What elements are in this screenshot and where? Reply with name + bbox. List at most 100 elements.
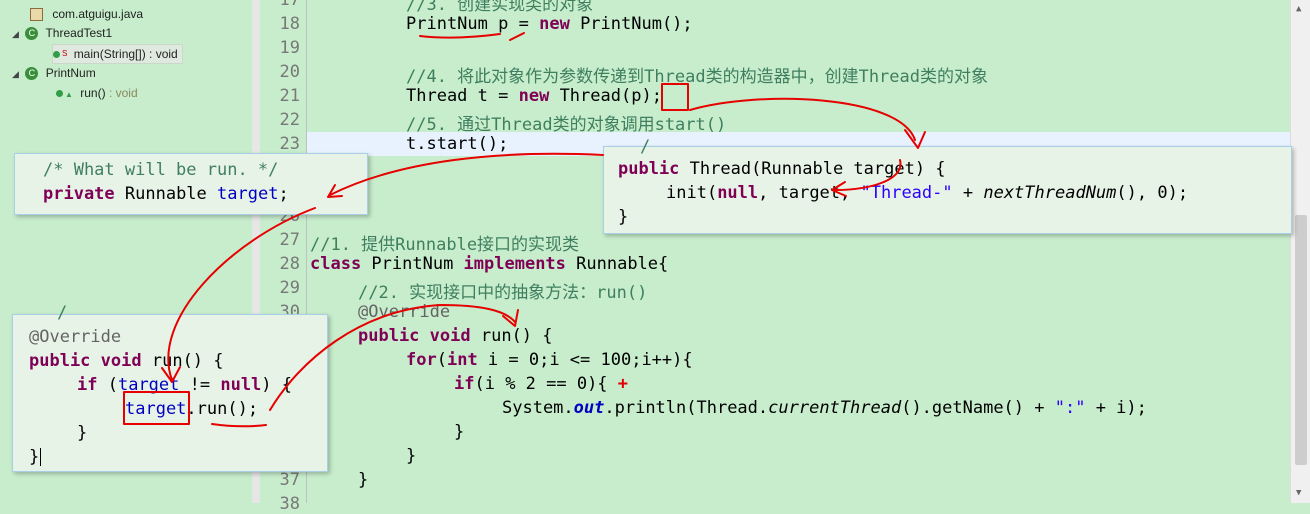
code-token: + i); (1085, 398, 1147, 418)
code-line-21: Thread t = new Thread(p); (406, 86, 662, 106)
static-marker-icon: S (62, 49, 68, 58)
code-keyword: if (454, 374, 475, 394)
expand-toggle-icon[interactable]: ◢ (12, 25, 22, 43)
popup-comment: /* What will be run. */ (43, 160, 279, 180)
outline-item-printnum[interactable]: ◢ C PrintNum (12, 64, 96, 82)
code-token: p (498, 14, 509, 34)
outline-item-threadtest1[interactable]: ◢ C ThreadTest1 (12, 24, 112, 42)
line-number: 22 (279, 110, 300, 130)
code-field: target (125, 399, 187, 419)
popup-init-line: init(null, target, "Thread-" + nextThrea… (666, 183, 1188, 203)
popup-signature-line: public Thread(Runnable target) { (618, 159, 946, 179)
code-token: Thread(Runnable target) { (679, 159, 946, 179)
code-token: = (508, 14, 540, 34)
code-line-28: class PrintNum implements Runnable{ (310, 254, 668, 274)
popup-field-declaration: /* What will be run. */ private Runnable… (14, 153, 368, 215)
code-token: ; (278, 184, 289, 204)
code-token: Thread( (549, 86, 632, 106)
scroll-thumb[interactable] (1295, 215, 1307, 465)
code-token: } (29, 447, 40, 467)
outline-item-label: main(String[]) : void (73, 47, 178, 61)
popup-call-line: target.run(); (125, 399, 258, 419)
override-marker-icon: ▲ (65, 90, 73, 99)
code-token: ( (436, 350, 447, 370)
outline-item-main[interactable]: S main(String[]) : void (52, 44, 183, 64)
popup-annotation: @Override (29, 327, 122, 347)
code-line-30: @Override (358, 302, 451, 322)
code-token: ().getName() + (901, 398, 1055, 418)
code-token: (), 0); (1116, 183, 1189, 203)
code-static-field: out (573, 398, 605, 418)
code-line-20: //4. 将此对象作为参数传递到Thread类的构造器中，创建Thread类的对… (406, 67, 988, 87)
text-cursor (40, 448, 42, 466)
expand-toggle-icon[interactable]: ◢ (12, 65, 22, 83)
code-token: ) { (261, 375, 293, 395)
code-token: run() { (470, 326, 553, 346)
code-line-34: System.out.println(Thread.currentThread(… (502, 398, 1147, 418)
code-token: t = (467, 86, 519, 106)
code-token: , target, (758, 183, 861, 203)
code-line-37: } (358, 470, 369, 490)
plus-marker: + (617, 374, 629, 394)
class-icon: C (25, 27, 39, 41)
code-token: PrintNum (406, 14, 488, 34)
code-editor[interactable]: 17 18 19 20 21 22 23 26 27 28 29 30 37 3… (260, 0, 1290, 514)
scroll-up-icon[interactable]: ▲ (1296, 4, 1301, 14)
line-number: 38 (279, 494, 300, 514)
code-keyword: null (220, 375, 262, 395)
popup-fragment: / (57, 303, 68, 323)
code-keyword: new (539, 14, 570, 34)
popup-close-inner: } (77, 423, 88, 443)
code-keyword: void (100, 351, 142, 371)
line-number: 21 (279, 86, 300, 106)
outline-item-label: com.atguigu.java (52, 7, 144, 21)
popup-signature-line: public void run() { (29, 351, 224, 371)
method-icon (56, 90, 63, 98)
code-string: "Thread-" (860, 183, 953, 203)
code-static-method: currentThread (768, 398, 902, 418)
outline-item-package[interactable]: com.atguigu.java (30, 5, 143, 23)
code-line-29: //2. 实现接口中的抽象方法：run() (358, 283, 648, 303)
outline-item-label: ThreadTest1 (45, 26, 113, 40)
popup-run-method: / @Override public void run() { if (targ… (12, 303, 328, 472)
code-keyword: private (43, 184, 115, 204)
package-icon (30, 8, 43, 22)
code-field: target (117, 375, 180, 395)
code-line-17: //3. 创建实现类的对象 (406, 0, 594, 15)
scroll-down-icon[interactable]: ▼ (1296, 488, 1301, 498)
code-token: (i % 2 == 0){ (474, 374, 618, 394)
code-token: ); (641, 86, 662, 106)
code-keyword: if (77, 375, 98, 395)
code-token: Runnable{ (565, 254, 669, 274)
code-keyword: implements (463, 254, 566, 274)
code-keyword: public (29, 351, 91, 371)
code-keyword: new (518, 86, 550, 106)
code-token: .println(Thread. (604, 398, 769, 418)
code-line-35: } (454, 422, 465, 442)
outline-item-run[interactable]: ▲ run() : void (56, 84, 138, 102)
code-keyword: public (618, 159, 680, 179)
code-token: Thread (406, 86, 468, 106)
popup-fragment: / (640, 137, 651, 157)
code-line-22: //5. 通过Thread类的对象调用start() (406, 115, 727, 135)
line-number: 18 (279, 14, 300, 34)
code-token: p (631, 86, 642, 106)
code-token: i = 0;i <= 100;i++){ (477, 350, 693, 370)
code-string: ":" (1054, 398, 1086, 418)
popup-thread-constructor: / public Thread(Runnable target) { init(… (603, 137, 1292, 234)
outline-item-label: run() (80, 86, 106, 100)
code-line-33: if(i % 2 == 0){ + (454, 374, 628, 394)
method-icon (53, 51, 60, 59)
vertical-scrollbar[interactable]: ▲ ▼ (1290, 0, 1310, 503)
code-token: Runnable (114, 184, 218, 204)
code-keyword: int (446, 350, 478, 370)
popup-close-brace: } (618, 207, 629, 227)
code-keyword: class (310, 254, 362, 274)
code-keyword: for (406, 350, 437, 370)
code-token: System. (502, 398, 574, 418)
line-number: 28 (279, 254, 300, 274)
code-line-18: PrintNum p = new PrintNum(); (406, 14, 693, 34)
line-number: 17 (279, 0, 300, 10)
code-line-32: for(int i = 0;i <= 100;i++){ (406, 350, 693, 370)
code-token: .run(); (186, 399, 259, 419)
